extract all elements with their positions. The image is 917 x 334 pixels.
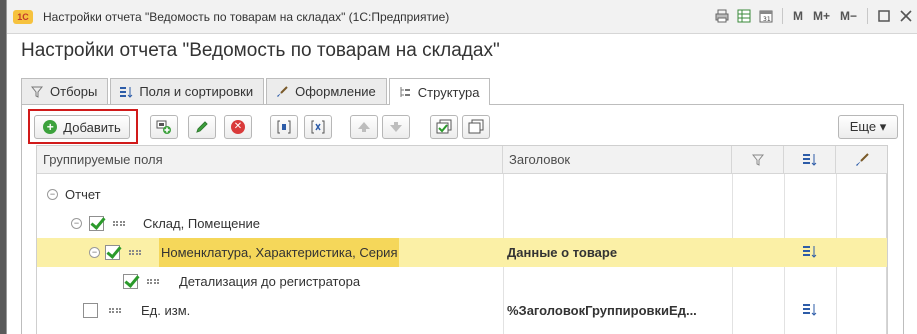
- move-up-button[interactable]: [350, 115, 378, 139]
- row-checkbox[interactable]: [105, 245, 120, 260]
- add-button-label: Добавить: [63, 119, 121, 135]
- check-all-icon: [436, 119, 452, 134]
- table-row[interactable]: − Отчет: [37, 180, 887, 209]
- separator: [781, 8, 783, 24]
- ungroup-button[interactable]: [304, 115, 332, 139]
- table-icon[interactable]: [736, 8, 752, 24]
- table-row[interactable]: Ед. изм. %ЗаголовокГруппировкиЕд...: [37, 296, 887, 325]
- separator: [867, 8, 868, 24]
- add-group-icon: [156, 120, 171, 134]
- table-header: Группируемые поля Заголовок: [37, 146, 887, 174]
- app-logo: 1С: [13, 9, 33, 24]
- row-field-name: Детализация до регистратора: [179, 274, 361, 289]
- memory-button[interactable]: M: [791, 9, 805, 23]
- filter-icon: [30, 85, 44, 99]
- row-checkbox[interactable]: [123, 274, 138, 289]
- table-row-selected[interactable]: − Номенклатура, Характеристика, Серия Да…: [37, 238, 887, 267]
- ungroup-icon: [311, 120, 325, 134]
- pencil-icon: [196, 121, 208, 133]
- structure-icon: [398, 85, 412, 99]
- add-group-button[interactable]: [150, 115, 178, 139]
- tab-filters[interactable]: Отборы: [21, 78, 109, 104]
- move-down-button[interactable]: [382, 115, 410, 139]
- group-button[interactable]: [270, 115, 298, 139]
- tab-fields-sort[interactable]: Поля и сортировки: [110, 78, 265, 104]
- edit-button[interactable]: [188, 115, 216, 139]
- tab-structure[interactable]: Структура: [388, 78, 491, 105]
- row-checkbox[interactable]: [83, 303, 98, 318]
- tab-label: Поля и сортировки: [139, 84, 254, 99]
- row-checkbox[interactable]: [89, 216, 104, 231]
- tab-bar: Отборы Поля и сортировки Оформление Стру…: [21, 78, 492, 105]
- calendar-icon[interactable]: 31: [758, 8, 774, 24]
- title-bar: 1С Настройки отчета "Ведомость по товара…: [7, 0, 917, 34]
- delete-button[interactable]: ✕: [224, 115, 252, 139]
- more-menu-button[interactable]: Еще ▾: [838, 115, 898, 139]
- field-icon: [109, 308, 121, 313]
- add-button[interactable]: + Добавить: [34, 115, 130, 139]
- row-field-name: Номенклатура, Характеристика, Серия: [159, 238, 400, 267]
- column-header-title[interactable]: Заголовок: [503, 146, 732, 174]
- brush-icon: [855, 153, 869, 166]
- window-controls: 31 M M+ M−: [714, 8, 914, 24]
- fields-sort-icon[interactable]: [802, 244, 818, 260]
- column-header-appearance[interactable]: [836, 146, 887, 174]
- toolbar: + Добавить ✕ Еще ▾: [28, 109, 898, 144]
- row-field-name: Склад, Помещение: [143, 216, 261, 231]
- svg-text:31: 31: [763, 16, 771, 23]
- fields-sort-icon: [802, 154, 816, 166]
- collapse-icon[interactable]: −: [89, 247, 100, 258]
- memory-plus-button[interactable]: M+: [811, 9, 832, 23]
- maximize-icon[interactable]: [876, 8, 892, 24]
- field-icon: [113, 221, 125, 226]
- window-title: Настройки отчета "Ведомость по товарам н…: [43, 9, 450, 24]
- tab-label: Отборы: [50, 84, 98, 99]
- table-row[interactable]: − Склад, Помещение: [37, 209, 887, 238]
- highlighted-field-name: Номенклатура, Характеристика, Серия: [159, 238, 400, 267]
- close-icon[interactable]: [898, 8, 914, 24]
- row-title: %ЗаголовокГруппировкиЕд...: [507, 303, 697, 318]
- form-title: Настройки отчета "Ведомость по товарам н…: [21, 40, 500, 61]
- fields-sort-icon: [119, 85, 133, 99]
- field-icon: [147, 279, 159, 284]
- row-field-name: Ед. изм.: [141, 303, 191, 318]
- column-header-group-fields[interactable]: Группируемые поля: [37, 146, 503, 174]
- table-body: − Отчет − Склад, Помещение − Номенклатур…: [37, 174, 887, 334]
- filter-icon: [751, 154, 764, 166]
- memory-minus-button[interactable]: M−: [838, 9, 859, 23]
- group-icon: [277, 120, 291, 134]
- collapse-icon[interactable]: −: [47, 189, 58, 200]
- tab-label: Оформление: [295, 84, 376, 99]
- field-icon: [129, 250, 141, 255]
- uncheck-all-icon: [468, 119, 484, 134]
- collapse-icon[interactable]: −: [71, 218, 82, 229]
- print-icon[interactable]: [714, 8, 730, 24]
- tab-label: Структура: [417, 84, 480, 100]
- structure-table: Группируемые поля Заголовок − Отчет − Ск…: [36, 145, 888, 334]
- table-row[interactable]: Детализация до регистратора: [37, 267, 887, 296]
- column-header-filter[interactable]: [732, 146, 784, 174]
- tab-appearance[interactable]: Оформление: [266, 78, 387, 104]
- delete-icon: ✕: [231, 120, 245, 134]
- structure-panel: + Добавить ✕ Еще ▾ Группируемые поля Заг…: [21, 104, 904, 334]
- check-all-button[interactable]: [430, 115, 458, 139]
- plus-icon: +: [43, 120, 58, 134]
- brush-icon: [275, 85, 289, 99]
- row-title: Данные о товаре: [507, 245, 618, 260]
- column-header-fields-sort[interactable]: [784, 146, 836, 174]
- settings-window: 1С Настройки отчета "Ведомость по товара…: [6, 0, 917, 334]
- arrow-up-icon: [358, 122, 370, 132]
- fields-sort-icon[interactable]: [802, 302, 818, 318]
- arrow-down-icon: [390, 122, 402, 132]
- row-field-name: Отчет: [65, 187, 101, 202]
- uncheck-all-button[interactable]: [462, 115, 490, 139]
